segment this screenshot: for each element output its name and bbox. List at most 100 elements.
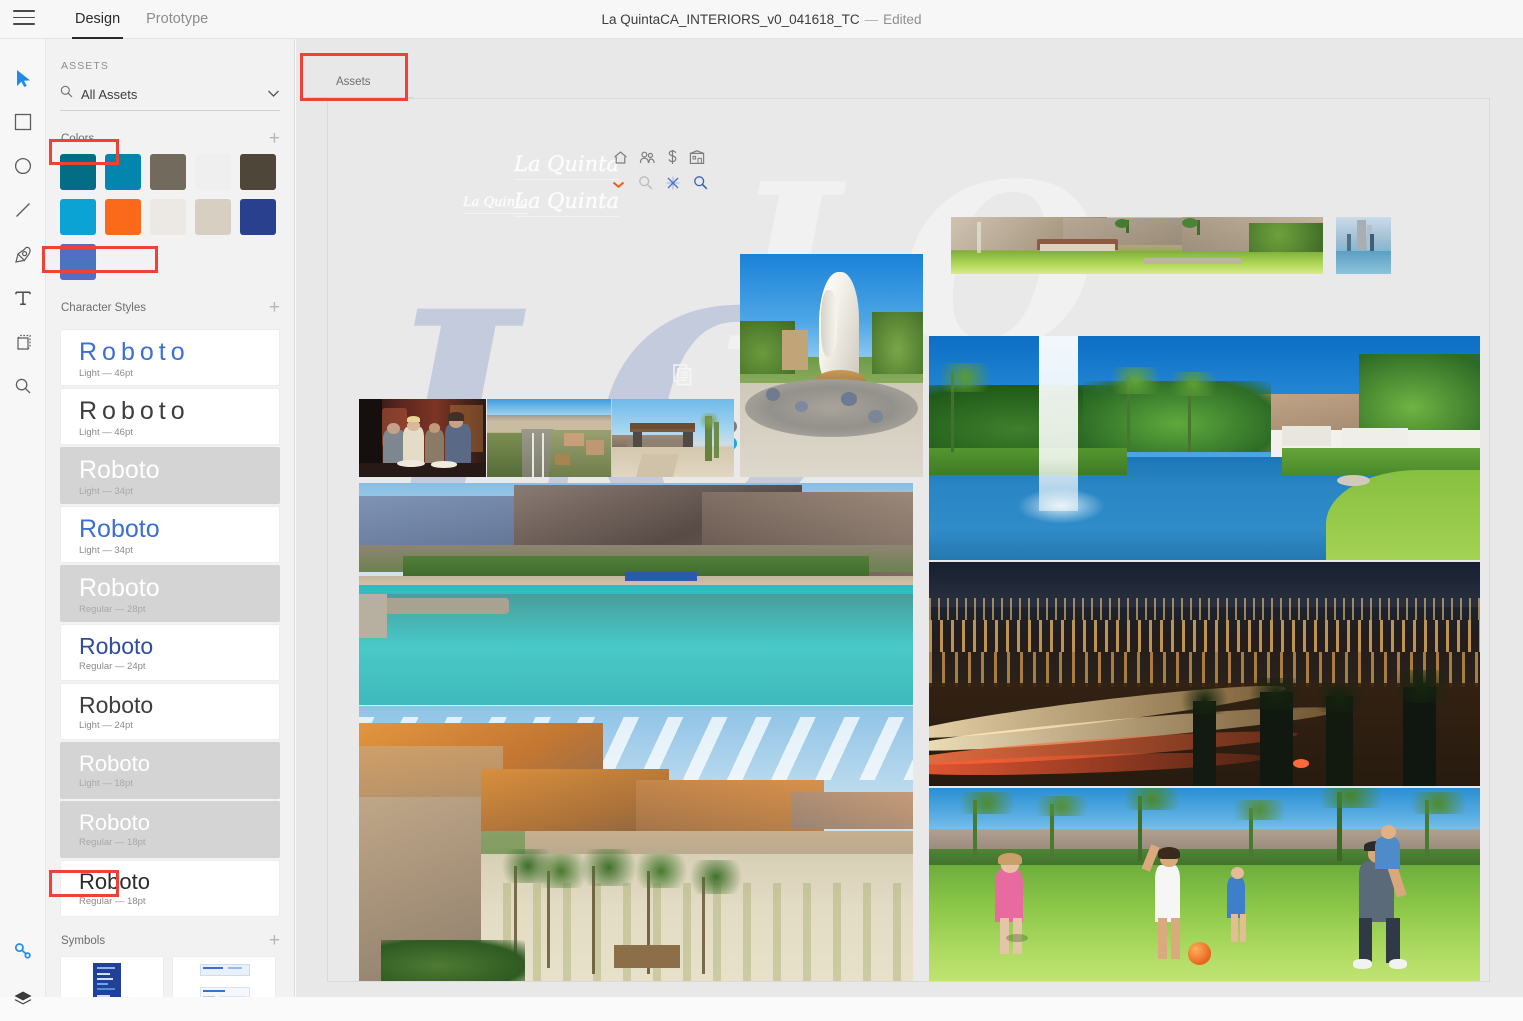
character-style-meta: Light — 34pt [79,486,279,497]
character-style-item[interactable]: RobotoRegular — 18pt [60,801,280,858]
photo-golf-course-clubhouse[interactable] [951,217,1323,274]
magnifier-icon [638,175,653,195]
character-style-item[interactable]: RobotoLight — 24pt [60,683,280,740]
document-title-text: La QuintaCA_INTERIORS_v0_041618_TC [602,12,860,27]
photo-city-night-traffic[interactable] [929,562,1480,786]
character-style-item[interactable]: RobotoLight — 34pt [60,506,280,563]
cursor-arrow-icon [15,69,32,88]
photo-family-park-ball[interactable] [929,788,1480,982]
color-swatch-2[interactable] [150,154,186,190]
color-swatch-0[interactable] [60,154,96,190]
character-style-sample: Roboto [79,457,279,483]
color-swatch-8[interactable] [195,199,231,235]
hamburger-icon[interactable] [13,10,35,28]
artboard-icon [14,333,33,352]
character-style-sample: Roboto [79,634,279,658]
circle-icon [14,157,32,175]
assets-filter[interactable]: All Assets [60,85,280,111]
character-style-item[interactable]: Roboto Regular — 24pt [60,624,280,681]
character-style-sample: Roboto [79,870,279,893]
character-style-meta: Light — 18pt [79,778,279,789]
ellipse-tool[interactable] [0,144,46,188]
copy-pages-icon [673,364,693,391]
photo-thumb-people-water[interactable] [1336,217,1391,274]
artboard-tool[interactable] [0,320,46,364]
character-style-meta: Regular — 24pt [79,661,279,672]
character-style-sample: Roboto [79,339,279,365]
assets-filter-value: All Assets [81,87,267,102]
rectangle-tool[interactable] [0,100,46,144]
photo-sculpture-monument[interactable] [740,254,923,477]
pen-tool[interactable] [0,232,46,276]
color-swatch-1[interactable] [105,154,141,190]
square-icon [14,113,32,131]
symbols-label: Symbols [61,935,105,947]
color-swatch-4[interactable] [240,154,276,190]
tab-design[interactable]: Design [62,0,133,39]
symbol-form-card[interactable] [172,956,276,997]
photo-desert-sunset-palms[interactable] [359,706,913,982]
photo-fountain-lake-palms[interactable] [929,336,1480,560]
layers-tool[interactable] [0,977,46,1021]
canvas-assets-tab[interactable]: Assets [305,53,413,98]
character-style-item[interactable]: Roboto Regular — 18pt [60,860,280,917]
title-separator: — [865,12,879,27]
character-style-item[interactable]: Roboto Light — 34pt [60,447,280,504]
character-style-meta: Light — 46pt [79,368,279,379]
mode-tabs: Design Prototype [62,0,221,39]
building-icon [689,150,705,170]
canvas-area[interactable]: Assets LQ LQ La Quinta La Quinta La Quin… [296,39,1523,997]
color-swatch-9[interactable] [240,199,276,235]
search-icon [60,85,73,103]
character-styles-list: RobotoLight — 46ptRobotoLight — 46ptRobo… [46,329,294,917]
add-symbol-button[interactable]: + [269,931,280,950]
close-x-icon [666,176,680,195]
character-style-meta: Regular — 18pt [79,837,279,848]
photo-restaurant-diners[interactable] [359,399,486,477]
character-style-meta: Regular — 18pt [79,896,279,907]
character-style-item[interactable]: Roboto Light — 46pt [60,388,280,445]
character-style-meta: Light — 46pt [79,427,279,438]
tab-prototype[interactable]: Prototype [133,0,221,39]
colors-label: Colors [61,133,94,145]
icon-row-primary [613,149,705,170]
character-styles-label: Character Styles [61,302,146,314]
left-toolbar [0,39,46,997]
character-style-item[interactable]: RobotoLight — 18pt [60,742,280,799]
people-icon [639,150,656,170]
chevron-down-icon [612,176,625,194]
character-style-meta: Light — 34pt [79,545,279,556]
logo-la-quinta-medium-1: La Quinta [514,152,619,180]
add-character-style-button[interactable]: + [269,298,280,317]
symbols-section-header: Symbols + [46,925,294,956]
icon-row-secondary [612,175,708,195]
character-style-item[interactable]: Roboto Light — 46pt [60,329,280,386]
color-swatch-7[interactable] [150,199,186,235]
line-tool[interactable] [0,188,46,232]
color-swatch-5[interactable] [60,199,96,235]
dollar-icon [667,149,678,170]
zoom-tool[interactable] [0,364,46,408]
color-swatch-10[interactable] [60,244,96,280]
select-tool[interactable] [0,56,46,100]
plugins-tool[interactable] [0,929,46,973]
character-style-item[interactable]: RobotoRegular — 28pt [60,565,280,622]
artboard[interactable]: LQ LQ La Quinta La Quinta La Quinta ft◉▶… [327,98,1490,982]
photo-lake-mountains[interactable] [359,483,913,705]
character-style-sample: Roboto [79,575,279,601]
color-swatches [46,154,294,280]
assets-panel: ASSETS All Assets Colors + Character Sty… [46,39,295,997]
pen-icon [14,245,33,264]
assets-heading: ASSETS [46,39,294,72]
character-style-meta: Light — 24pt [79,720,279,731]
add-color-button[interactable]: + [269,129,280,148]
color-swatch-3[interactable] [195,154,231,190]
symbols-grid [46,956,294,997]
color-swatch-6[interactable] [105,199,141,235]
text-tool[interactable] [0,276,46,320]
character-style-sample: Roboto [79,398,279,424]
symbol-navigation-panel[interactable] [60,956,164,997]
chevron-down-icon[interactable] [267,85,280,103]
photo-highway-aerial[interactable] [487,399,611,477]
photo-city-entrance-gate[interactable] [612,399,734,477]
